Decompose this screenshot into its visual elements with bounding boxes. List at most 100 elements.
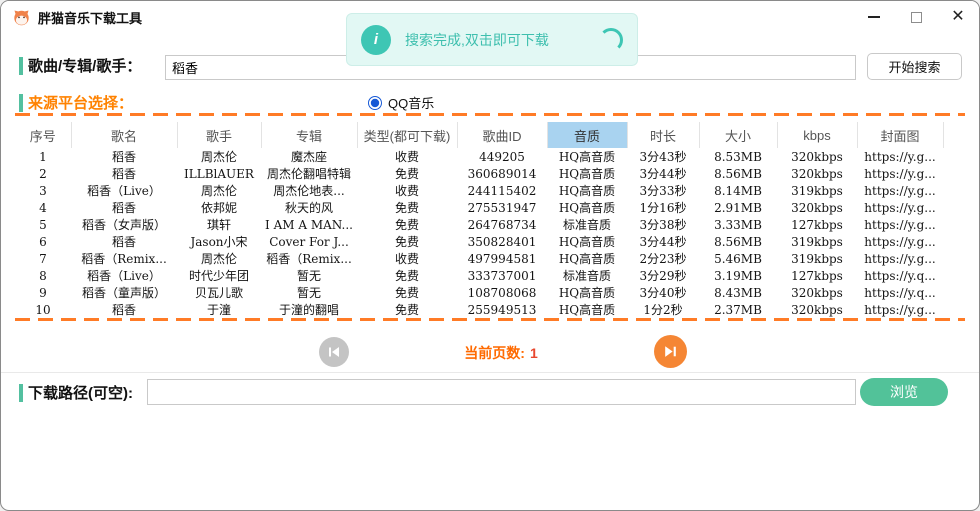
table-cell[interactable]: 稻香: [71, 199, 177, 216]
table-cell[interactable]: https://y.g...: [857, 148, 943, 165]
column-header-10[interactable]: 封面图: [857, 122, 943, 148]
table-cell[interactable]: 周杰伦: [177, 182, 261, 199]
table-cell[interactable]: 264768734: [457, 216, 547, 233]
table-cell[interactable]: I AM A MAN...: [261, 216, 357, 233]
table-cell[interactable]: 3.19MB: [699, 267, 777, 284]
table-cell[interactable]: 2: [15, 165, 71, 182]
table-cell[interactable]: https://y.g...: [857, 199, 943, 216]
table-cell[interactable]: 贝瓦儿歌: [177, 284, 261, 301]
close-button[interactable]: ✕: [937, 1, 979, 33]
table-cell[interactable]: 255949513: [457, 301, 547, 318]
table-row[interactable]: 8稻香（Live）时代少年团暂无免费333737001标准音质3分29秒3.19…: [15, 267, 966, 284]
table-cell[interactable]: 6: [15, 233, 71, 250]
column-header-0[interactable]: 序号: [15, 122, 71, 148]
table-cell[interactable]: 1分16秒: [627, 199, 699, 216]
table-cell[interactable]: 5.46MB: [699, 250, 777, 267]
table-cell[interactable]: [943, 250, 966, 267]
table-cell[interactable]: https://y.q...: [857, 284, 943, 301]
table-row[interactable]: 1稻香周杰伦魔杰座收费449205HQ高音质3分43秒8.53MB320kbps…: [15, 148, 966, 165]
table-cell[interactable]: HQ高音质: [547, 165, 627, 182]
column-header-5[interactable]: 歌曲ID: [457, 122, 547, 148]
table-cell[interactable]: 8.43MB: [699, 284, 777, 301]
table-cell[interactable]: 秋天的风: [261, 199, 357, 216]
table-cell[interactable]: 350828401: [457, 233, 547, 250]
table-cell[interactable]: HQ高音质: [547, 250, 627, 267]
table-cell[interactable]: 108708068: [457, 284, 547, 301]
table-cell[interactable]: [943, 216, 966, 233]
table-cell[interactable]: 320kbps: [777, 284, 857, 301]
table-cell[interactable]: ILLBlAUER: [177, 165, 261, 182]
table-cell[interactable]: 暂无: [261, 284, 357, 301]
table-cell[interactable]: 8.56MB: [699, 233, 777, 250]
table-cell[interactable]: HQ高音质: [547, 301, 627, 318]
table-cell[interactable]: 免费: [357, 199, 457, 216]
table-cell[interactable]: 稻香（女声版）: [71, 216, 177, 233]
table-cell[interactable]: 稻香: [71, 301, 177, 318]
table-cell[interactable]: HQ高音质: [547, 199, 627, 216]
table-row[interactable]: 3稻香（Live）周杰伦周杰伦地表...收费244115402HQ高音质3分33…: [15, 182, 966, 199]
table-cell[interactable]: 9: [15, 284, 71, 301]
table-cell[interactable]: 标准音质: [547, 267, 627, 284]
table-cell[interactable]: 320kbps: [777, 165, 857, 182]
table-cell[interactable]: 时代少年团: [177, 267, 261, 284]
table-cell[interactable]: 1: [15, 148, 71, 165]
table-cell[interactable]: [943, 182, 966, 199]
table-row[interactable]: 7稻香（Remix...周杰伦稻香（Remix...收费497994581HQ高…: [15, 250, 966, 267]
table-cell[interactable]: 2.91MB: [699, 199, 777, 216]
table-cell[interactable]: 暂无: [261, 267, 357, 284]
table-row[interactable]: 2稻香ILLBlAUER周杰伦翻唱特辑免费360689014HQ高音质3分44秒…: [15, 165, 966, 182]
table-cell[interactable]: 1分2秒: [627, 301, 699, 318]
table-cell[interactable]: 免费: [357, 301, 457, 318]
table-cell[interactable]: 免费: [357, 216, 457, 233]
table-cell[interactable]: 周杰伦: [177, 250, 261, 267]
table-cell[interactable]: 3分44秒: [627, 165, 699, 182]
table-cell[interactable]: 周杰伦翻唱特辑: [261, 165, 357, 182]
column-header-7[interactable]: 时长: [627, 122, 699, 148]
start-search-button[interactable]: 开始搜索: [867, 53, 962, 80]
table-cell[interactable]: 319kbps: [777, 182, 857, 199]
table-cell[interactable]: 依邦妮: [177, 199, 261, 216]
table-cell[interactable]: [943, 199, 966, 216]
table-cell[interactable]: [943, 148, 966, 165]
table-cell[interactable]: 免费: [357, 284, 457, 301]
table-cell[interactable]: 319kbps: [777, 250, 857, 267]
maximize-button[interactable]: [895, 1, 937, 33]
table-cell[interactable]: 320kbps: [777, 148, 857, 165]
table-cell[interactable]: 稻香（童声版）: [71, 284, 177, 301]
table-cell[interactable]: 收费: [357, 148, 457, 165]
table-cell[interactable]: [943, 267, 966, 284]
table-cell[interactable]: 5: [15, 216, 71, 233]
table-cell[interactable]: 稻香（Remix...: [261, 250, 357, 267]
table-cell[interactable]: HQ高音质: [547, 148, 627, 165]
column-header-2[interactable]: 歌手: [177, 122, 261, 148]
table-cell[interactable]: 于潼: [177, 301, 261, 318]
table-cell[interactable]: 319kbps: [777, 233, 857, 250]
table-cell[interactable]: 497994581: [457, 250, 547, 267]
table-cell[interactable]: 稻香（Live）: [71, 267, 177, 284]
table-row[interactable]: 10稻香于潼于潼的翻唱免费255949513HQ高音质1分2秒2.37MB320…: [15, 301, 966, 318]
table-row[interactable]: 6稻香Jason小宋Cover For J...免费350828401HQ高音质…: [15, 233, 966, 250]
table-cell[interactable]: 3: [15, 182, 71, 199]
table-cell[interactable]: https://y.g...: [857, 233, 943, 250]
table-cell[interactable]: 275531947: [457, 199, 547, 216]
table-row[interactable]: 9稻香（童声版）贝瓦儿歌暂无免费108708068HQ高音质3分40秒8.43M…: [15, 284, 966, 301]
table-cell[interactable]: 244115402: [457, 182, 547, 199]
table-cell[interactable]: Cover For J...: [261, 233, 357, 250]
table-cell[interactable]: 周杰伦: [177, 148, 261, 165]
table-cell[interactable]: https://y.g...: [857, 250, 943, 267]
previous-page-button[interactable]: [319, 337, 349, 367]
column-header-8[interactable]: 大小: [699, 122, 777, 148]
column-header-6[interactable]: 音质: [547, 122, 627, 148]
table-cell[interactable]: 8.53MB: [699, 148, 777, 165]
table-cell[interactable]: 4: [15, 199, 71, 216]
table-cell[interactable]: [943, 233, 966, 250]
table-cell[interactable]: 7: [15, 250, 71, 267]
table-cell[interactable]: 8.56MB: [699, 165, 777, 182]
table-cell[interactable]: 127kbps: [777, 216, 857, 233]
table-cell[interactable]: https://y.g...: [857, 301, 943, 318]
table-cell[interactable]: [943, 165, 966, 182]
table-cell[interactable]: 标准音质: [547, 216, 627, 233]
download-path-input[interactable]: [147, 379, 856, 405]
table-cell[interactable]: 免费: [357, 165, 457, 182]
table-cell[interactable]: https://y.g...: [857, 216, 943, 233]
